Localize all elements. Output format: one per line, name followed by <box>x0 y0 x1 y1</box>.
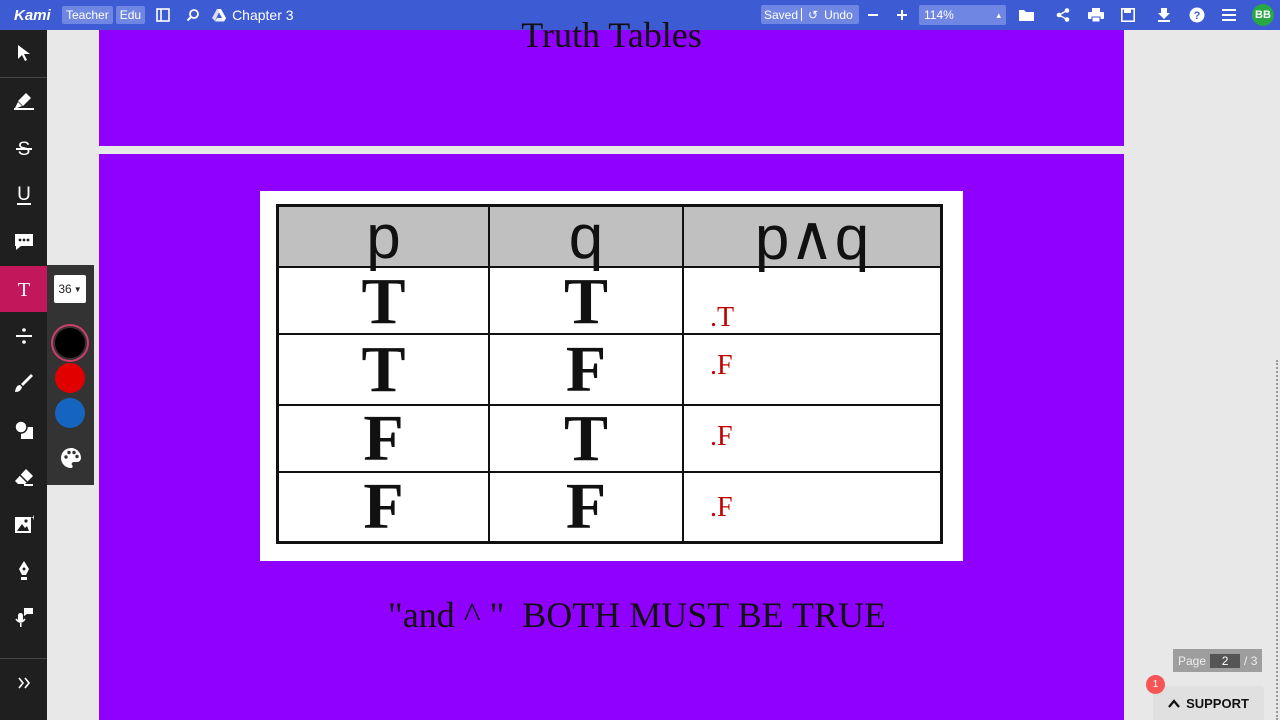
user-avatar[interactable]: BB <box>1252 4 1274 26</box>
download-icon[interactable] <box>1149 0 1179 30</box>
cursor-icon <box>17 45 30 61</box>
svg-text:?: ? <box>1194 10 1201 22</box>
text-options-panel: 36 ▼ <box>47 265 94 485</box>
underline-tool[interactable]: U <box>0 172 47 218</box>
truth-table-image: p q p∧q T T T F F T F F <box>260 191 963 561</box>
highlighter-icon <box>13 93 34 110</box>
help-icon[interactable]: ? <box>1182 0 1212 30</box>
truth-table: p q p∧q T T T F F T F F <box>276 203 943 544</box>
image-icon: + <box>14 514 34 533</box>
color-swatch-black[interactable] <box>55 328 85 358</box>
eraser-icon <box>14 469 33 486</box>
text-tool[interactable]: T <box>0 266 47 312</box>
table-cell: T <box>361 264 406 338</box>
menu-icon[interactable] <box>1214 0 1244 30</box>
table-header-cell: p <box>366 203 401 272</box>
draw-tool[interactable] <box>0 360 47 406</box>
svg-text:+: + <box>31 514 34 522</box>
table-cell: F <box>363 401 404 475</box>
text-annotation[interactable]: .F <box>710 350 733 382</box>
document-page-1[interactable]: Truth Tables <box>99 15 1124 146</box>
font-size-select[interactable]: 36 ▼ <box>54 275 86 303</box>
caption-text[interactable]: "and ^ " BOTH MUST BE TRUE <box>388 594 886 636</box>
notification-badge: 1 <box>1146 675 1165 694</box>
signature-tool[interactable] <box>0 548 47 594</box>
table-cell: T <box>563 264 609 338</box>
comment-icon <box>14 234 33 250</box>
add-image-tool[interactable]: + <box>0 501 47 547</box>
table-header-cell: q <box>568 203 604 272</box>
chevron-up-icon <box>1168 698 1180 708</box>
highlight-tool[interactable] <box>0 78 47 124</box>
support-button[interactable]: SUPPORT <box>1153 686 1264 720</box>
expand-toolbar-button[interactable] <box>0 660 47 706</box>
strikethrough-icon: S <box>15 139 32 158</box>
svg-text:T: T <box>17 279 29 299</box>
strikethrough-tool[interactable]: S <box>0 125 47 171</box>
text-icon: T <box>17 279 29 299</box>
table-cell: T <box>361 332 406 406</box>
text-annotation[interactable]: .T <box>710 302 734 334</box>
font-size-value: 36 <box>58 282 72 296</box>
palette-button[interactable] <box>47 435 94 481</box>
document-page-2[interactable]: p q p∧q T T T F F T F F .T .F .F .F "and… <box>99 154 1124 720</box>
comment-tool[interactable] <box>0 219 47 265</box>
audio-comment-tool[interactable] <box>0 595 47 641</box>
left-toolbar: S U T + <box>0 30 47 720</box>
table-cell: F <box>565 470 607 543</box>
table-header-cell: p∧q <box>754 204 870 273</box>
page-number-input[interactable]: 2 <box>1210 653 1241 668</box>
page-label: Page <box>1178 653 1207 668</box>
text-annotation[interactable]: .F <box>710 421 733 453</box>
scrollbar[interactable] <box>1276 360 1280 720</box>
page-indicator: Page 2 / 3 <box>1173 649 1262 672</box>
text-annotation[interactable]: .F <box>710 492 733 524</box>
table-cell: F <box>363 470 404 543</box>
color-swatch-blue[interactable] <box>55 398 85 428</box>
chevron-down-icon: ▼ <box>73 284 82 294</box>
page-title: Truth Tables <box>521 15 702 55</box>
svg-text:U: U <box>17 184 31 205</box>
divide-icon <box>15 328 32 344</box>
eraser-tool[interactable] <box>0 454 47 500</box>
palette-icon <box>60 448 81 468</box>
shapes-tool[interactable] <box>0 407 47 453</box>
color-swatch-red[interactable] <box>55 363 85 393</box>
mic-comment-icon <box>14 608 33 627</box>
table-cell: T <box>563 401 609 475</box>
page-total: / 3 <box>1244 653 1258 668</box>
app-logo: Kami <box>14 6 51 24</box>
shapes-icon <box>13 420 33 439</box>
select-tool[interactable] <box>0 30 47 76</box>
support-label: SUPPORT <box>1186 695 1249 711</box>
double-chevron-right-icon <box>17 677 30 689</box>
table-cell: F <box>565 332 607 406</box>
brush-icon <box>14 374 33 392</box>
underline-icon: U <box>16 184 31 205</box>
pen-nib-icon <box>18 561 29 580</box>
separator <box>0 658 47 659</box>
equation-tool[interactable] <box>0 313 47 359</box>
